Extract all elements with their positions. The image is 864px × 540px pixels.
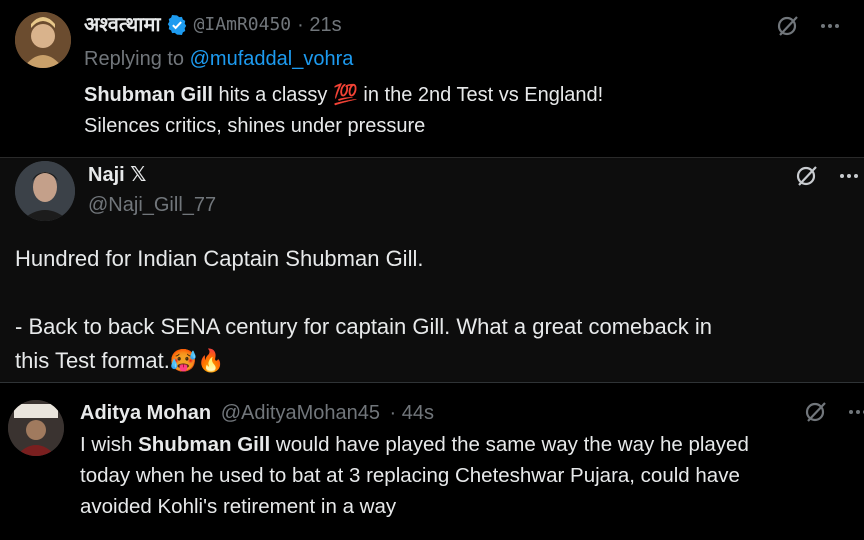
text-segment: in the 2nd Test vs England! (357, 84, 604, 106)
more-icon[interactable] (818, 14, 842, 38)
more-icon[interactable] (846, 400, 864, 424)
avatar-aditya[interactable] (8, 400, 64, 456)
avatar-ashwatthama[interactable] (15, 12, 71, 68)
text-segment: would have played the same way the way h… (270, 433, 749, 456)
text-line: this Test format. (15, 348, 170, 373)
tweet-2-name: Naji 𝕏 (88, 162, 146, 188)
handle[interactable]: @IAmR0450 (194, 12, 292, 38)
text-line: Hundred for Indian Captain Shubman Gill. (15, 246, 424, 271)
bold-mention: Shubman Gill (84, 84, 213, 106)
text-segment: I wish (80, 433, 139, 456)
display-name[interactable]: अश्वत्थामा (84, 12, 161, 38)
tweet-3-actions (804, 400, 864, 424)
more-icon[interactable] (837, 164, 861, 188)
tweet-1[interactable]: अश्वत्थामा @IAmR0450 · 21s Replying to @… (0, 0, 864, 150)
handle[interactable]: @Naji_Gill_77 (88, 192, 216, 218)
x-badge: 𝕏 (130, 164, 147, 186)
grok-icon[interactable] (795, 164, 819, 188)
timestamp[interactable]: · 21s (297, 12, 341, 38)
handle[interactable]: @AdityaMohan45 (221, 402, 380, 424)
text-line: today when he used to bat at 3 replacing… (80, 464, 740, 487)
replying-to-link[interactable]: @mufaddal_vohra (190, 48, 354, 70)
tweet-1-actions (776, 14, 842, 38)
tweet-1-text: Shubman Gill hits a classy 💯 in the 2nd … (84, 80, 603, 142)
text-line: - Back to back SENA century for captain … (15, 314, 712, 339)
tweet-3-text: I wish Shubman Gill would have played th… (80, 429, 749, 522)
grok-icon[interactable] (804, 400, 828, 424)
text-segment: hits a classy (212, 84, 333, 106)
replying-to: Replying to @mufaddal_vohra (84, 46, 353, 72)
display-name[interactable]: Aditya Mohan (80, 402, 211, 424)
timestamp[interactable]: · 44s (390, 402, 434, 424)
tweet-2-text: Hundred for Indian Captain Shubman Gill.… (15, 242, 712, 378)
avatar-naji[interactable] (15, 161, 75, 221)
display-name[interactable]: Naji (88, 164, 125, 186)
verified-badge-icon (166, 14, 188, 36)
tweet-2-actions (795, 164, 861, 188)
tweet-3[interactable]: Aditya Mohan @AdityaMohan45 · 44s I wish… (0, 384, 864, 540)
hundred-emoji: 💯 (332, 84, 358, 106)
replying-prefix: Replying to (84, 48, 185, 70)
hot-fire-emojis: 🥵🔥 (169, 348, 225, 373)
tweet-3-header: Aditya Mohan @AdityaMohan45 · 44s (80, 400, 434, 426)
grok-icon[interactable] (776, 14, 800, 38)
tweet-1-header: अश्वत्थामा @IAmR0450 · 21s (84, 12, 342, 38)
text-line: Silences critics, shines under pressure (84, 115, 426, 137)
text-line: avoided Kohli's retirement in a way (80, 495, 397, 518)
bold-mention: Shubman Gill (138, 433, 271, 456)
tweet-2[interactable]: Naji 𝕏 @Naji_Gill_77 Hundred for Indian … (0, 157, 864, 383)
